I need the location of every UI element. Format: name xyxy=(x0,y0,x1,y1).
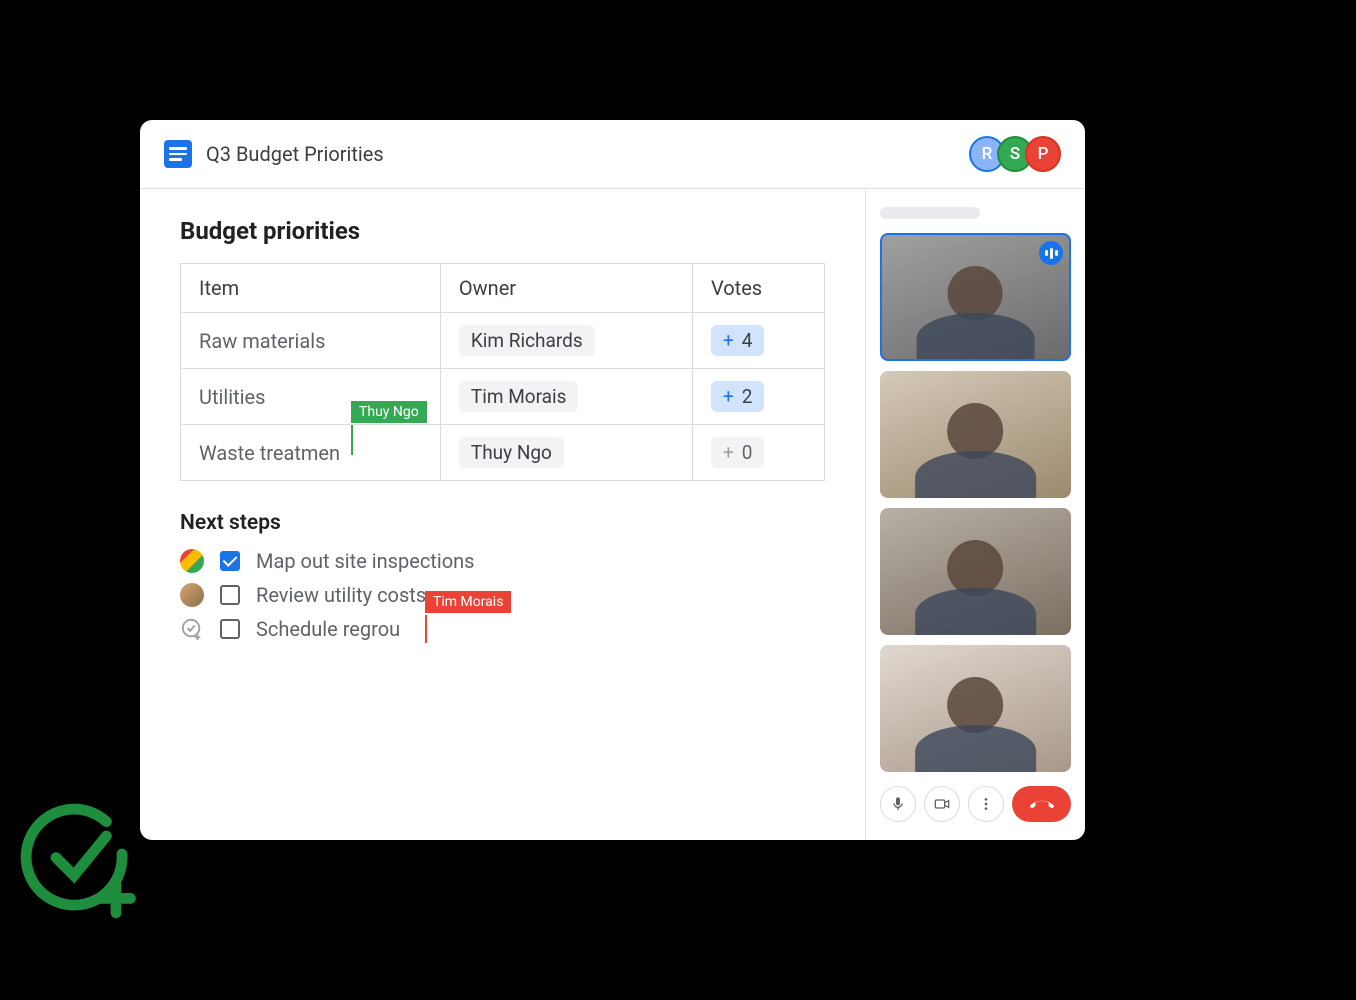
hangup-button[interactable] xyxy=(1012,786,1071,822)
video-tile[interactable] xyxy=(880,233,1071,360)
collaborator-cursor xyxy=(351,425,353,455)
owner-chip[interactable]: Thuy Ngo xyxy=(459,437,564,468)
table-header-row: Item Owner Votes xyxy=(181,264,825,313)
vote-chip[interactable]: +2 xyxy=(711,381,764,412)
votes-cell[interactable]: +0 xyxy=(692,425,824,481)
meet-sidebar xyxy=(865,189,1085,840)
collaborator-cursor xyxy=(425,615,427,643)
docs-icon[interactable] xyxy=(164,140,192,168)
owner-cell[interactable]: Tim Morais xyxy=(440,369,692,425)
vote-chip[interactable]: +0 xyxy=(711,437,764,468)
assignee-avatar[interactable] xyxy=(180,583,204,607)
section-title: Budget priorities xyxy=(180,217,825,245)
collaborator-avatar[interactable]: P xyxy=(1025,136,1061,172)
checklist-item[interactable]: Map out site inspections xyxy=(180,549,825,573)
video-tile[interactable] xyxy=(880,508,1071,635)
collaborator-cursor-label: Tim Morais xyxy=(425,591,511,613)
document-body: Budget priorities Item Owner Votes Raw m… xyxy=(140,189,1085,840)
owner-chip[interactable]: Tim Morais xyxy=(459,381,579,412)
mic-button[interactable] xyxy=(880,786,916,822)
table-row: Utilities Tim Morais +2 xyxy=(181,369,825,425)
column-header: Votes xyxy=(692,264,824,313)
column-header: Item xyxy=(181,264,441,313)
collaborator-avatars: R S P xyxy=(977,136,1061,172)
meet-controls xyxy=(880,786,1071,822)
votes-cell[interactable]: +4 xyxy=(692,313,824,369)
more-options-button[interactable] xyxy=(968,786,1004,822)
checkbox[interactable] xyxy=(220,619,240,639)
owner-cell[interactable]: Thuy Ngo xyxy=(440,425,692,481)
section-title: Next steps xyxy=(180,511,825,535)
checklist-text[interactable]: Map out site inspections xyxy=(256,549,474,573)
collaborator-cursor-label: Thuy Ngo xyxy=(351,401,427,423)
votes-cell[interactable]: +2 xyxy=(692,369,824,425)
owner-cell[interactable]: Kim Richards xyxy=(440,313,692,369)
checkbox[interactable] xyxy=(220,551,240,571)
checkbox[interactable] xyxy=(220,585,240,605)
speaking-indicator-icon xyxy=(1039,241,1063,265)
checklist-text[interactable]: Schedule regrou xyxy=(256,617,400,641)
assignee-avatar[interactable] xyxy=(180,549,204,573)
column-header: Owner xyxy=(440,264,692,313)
video-tile[interactable] xyxy=(880,371,1071,498)
document-window: Q3 Budget Priorities R S P Budget priori… xyxy=(140,120,1085,840)
checklist-item[interactable]: Schedule regrou Tim Morais xyxy=(180,617,825,641)
assign-task-icon[interactable] xyxy=(180,617,204,641)
budget-table[interactable]: Item Owner Votes Raw materials Kim Richa… xyxy=(180,263,825,481)
checkmark-add-icon xyxy=(20,800,140,920)
item-cell[interactable]: Waste treatmen Thuy Ngo xyxy=(181,425,441,481)
meet-header-placeholder xyxy=(880,207,980,219)
table-row: Raw materials Kim Richards +4 xyxy=(181,313,825,369)
document-main[interactable]: Budget priorities Item Owner Votes Raw m… xyxy=(140,189,865,840)
document-header: Q3 Budget Priorities R S P xyxy=(140,120,1085,189)
document-title[interactable]: Q3 Budget Priorities xyxy=(206,142,963,166)
item-cell[interactable]: Raw materials xyxy=(181,313,441,369)
vote-chip[interactable]: +4 xyxy=(711,325,764,356)
video-tile[interactable] xyxy=(880,645,1071,772)
camera-button[interactable] xyxy=(924,786,960,822)
table-row: Waste treatmen Thuy Ngo Thuy Ngo +0 xyxy=(181,425,825,481)
owner-chip[interactable]: Kim Richards xyxy=(459,325,595,356)
checklist-text[interactable]: Review utility costs xyxy=(256,583,426,607)
